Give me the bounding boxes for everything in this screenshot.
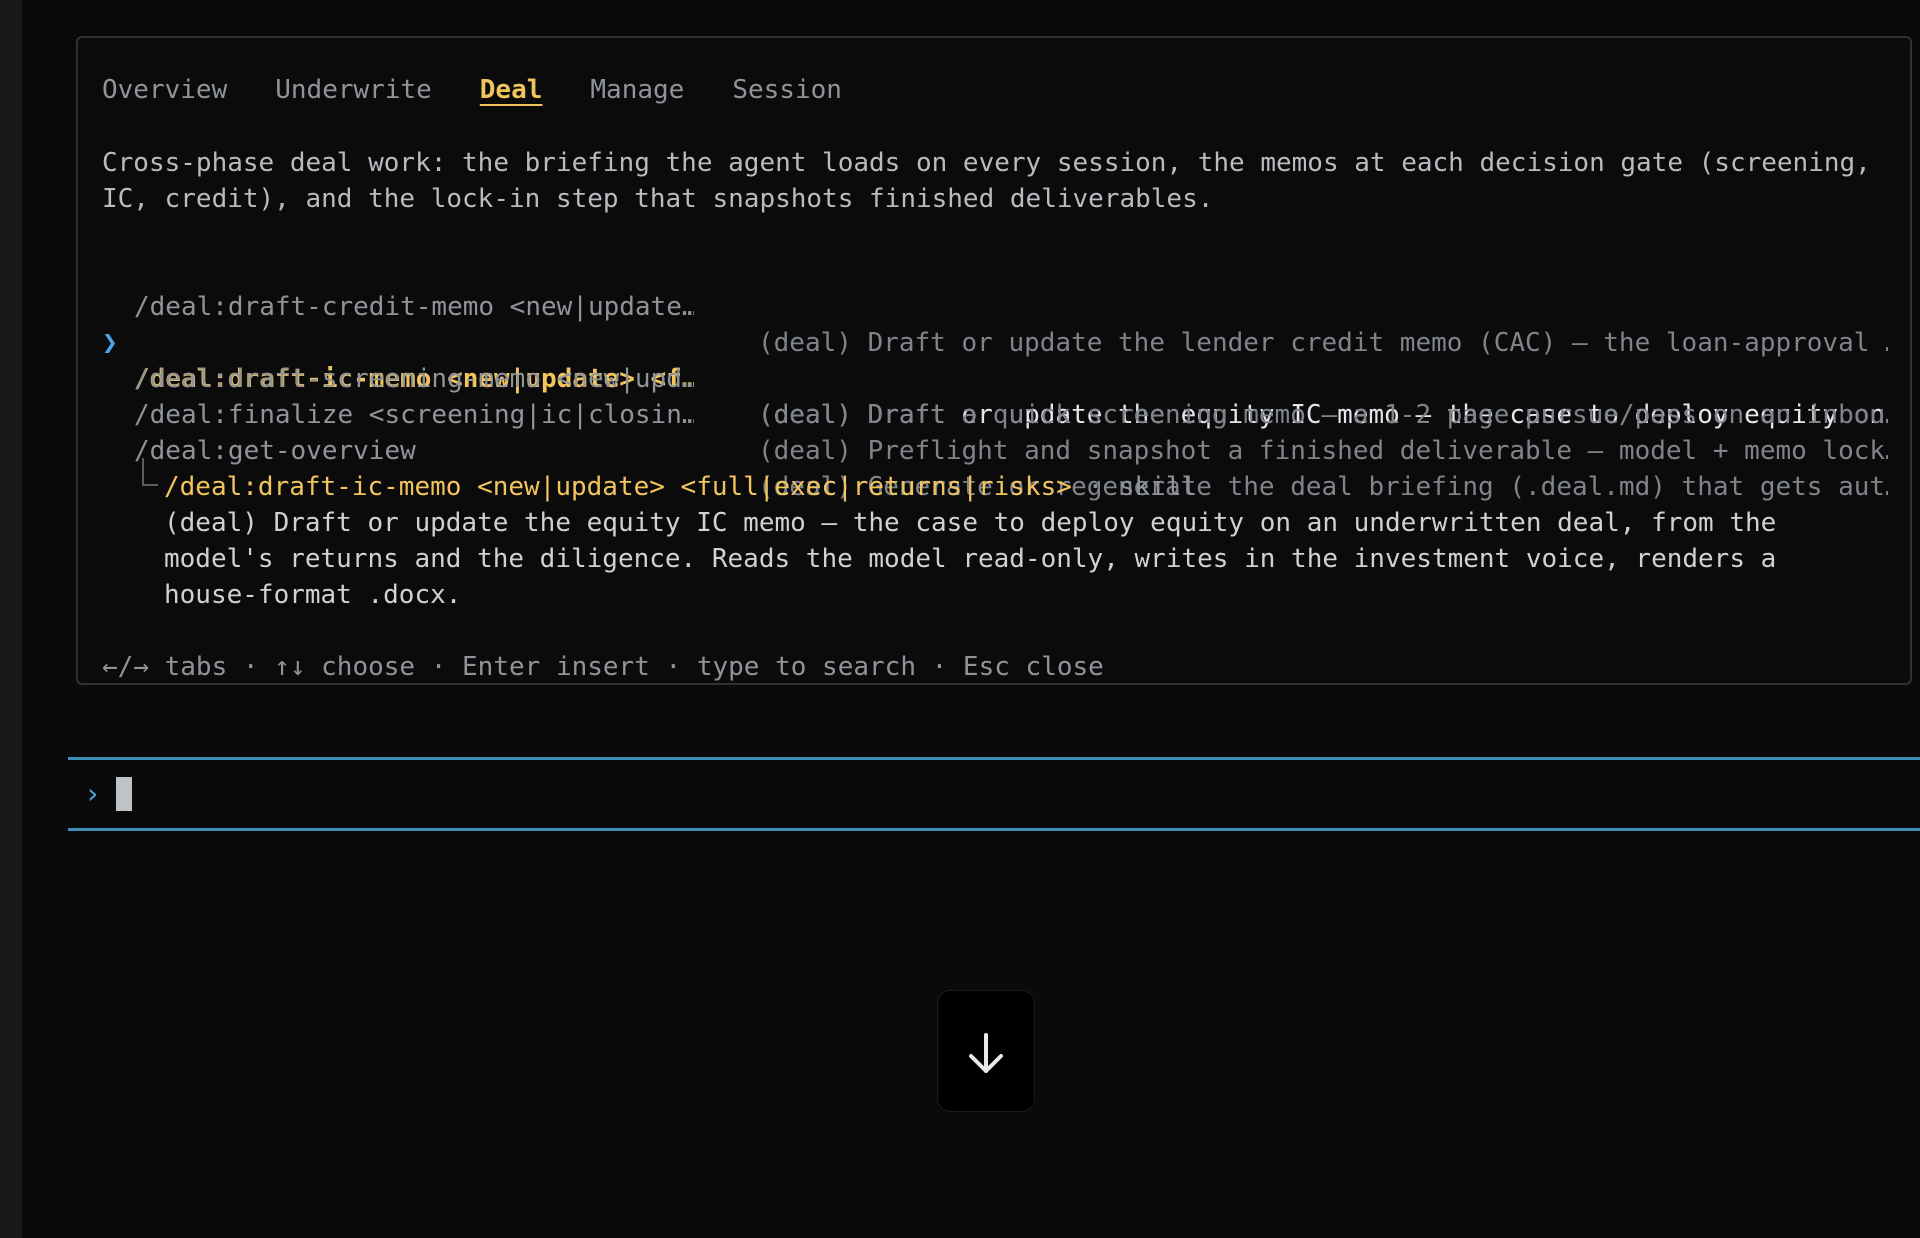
tab-bar: Overview Underwrite Deal Manage Session [102,72,890,112]
command-item[interactable]: /deal:draft-credit-memo <new|update… (de… [102,253,1888,358]
command-item[interactable]: /deal:get-overview (deal) Generate or re… [102,397,1888,502]
detail-command-signature: /deal:draft-ic-memo <new|update> <full|e… [164,472,1072,502]
tree-elbow-icon [142,458,158,486]
detail-kind-tag: · skill [1071,472,1198,502]
prompt-input[interactable]: › [68,757,1920,831]
command-description: (deal) Preflight and snapshot a finished… [758,436,1888,466]
tab-underwrite[interactable]: Underwrite [275,72,432,112]
detail-body-line-3: house-format .docx. [164,580,462,610]
command-item[interactable]: /deal:draft-screening-memo <new|upd… (de… [102,325,1888,430]
command-name: /deal:get-overview [134,436,416,466]
tab-manage[interactable]: Manage [590,72,684,112]
command-palette: Overview Underwrite Deal Manage Session … [76,36,1912,685]
detail-header: /deal:draft-ic-memo <new|update> <full|e… [164,469,1197,505]
tab-session[interactable]: Session [732,72,842,112]
command-item[interactable]: /deal:finalize <screening|ic|closin… (de… [102,361,1888,466]
tab-deal[interactable]: Deal [480,72,543,112]
tab-description-line-1: Cross-phase deal work: the briefing the … [102,148,1871,178]
tab-overview[interactable]: Overview [102,72,227,112]
prompt-chevron-icon: › [84,777,101,810]
keyboard-hint: ←/→ tabs · ↑↓ choose · Enter insert · ty… [102,652,1104,682]
arrow-down-icon [969,1033,1003,1073]
detail-body-line-2: model's returns and the diligence. Reads… [164,544,1777,574]
tab-description-line-2: IC, credit), and the lock-in step that s… [102,184,1214,214]
scroll-to-bottom-button[interactable] [938,991,1034,1111]
left-gutter [0,0,22,1238]
text-cursor [116,777,132,811]
command-item-selected[interactable]: ❯ /deal:draft-ic-memo <new|update> <f… (… [102,289,1888,430]
detail-body-line-1: (deal) Draft or update the equity IC mem… [164,508,1777,538]
